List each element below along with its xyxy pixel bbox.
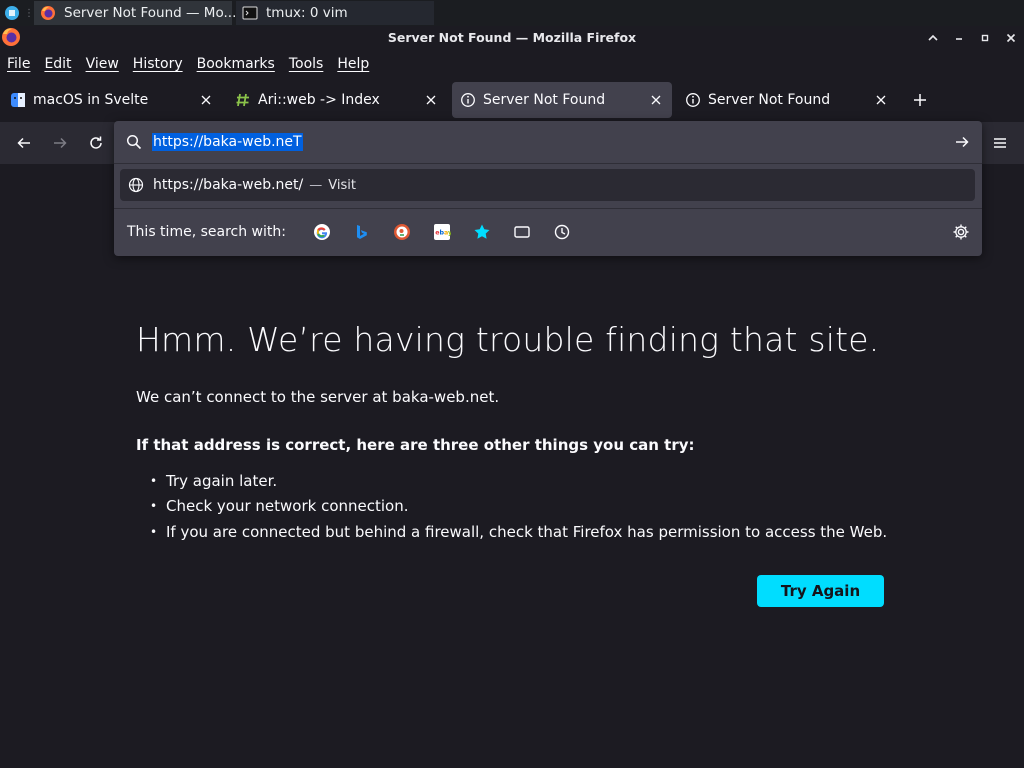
suggestion-text: If you are connected but behind a firewa… — [166, 522, 888, 541]
tab-label: Server Not Found — [483, 92, 606, 108]
tab-ari-web-index[interactable]: Ari::web -> Index — [227, 82, 447, 118]
keep-above-button[interactable] — [924, 28, 942, 48]
info-icon — [460, 92, 476, 108]
suggestions-list: • Try again later. • Check your network co… — [150, 468, 887, 545]
try-again-button[interactable]: Try Again — [757, 575, 884, 607]
forward-button[interactable] — [46, 129, 74, 157]
google-icon[interactable] — [306, 219, 338, 245]
menu-edit[interactable]: Edit — [44, 56, 71, 72]
firefox-icon — [40, 5, 56, 21]
menu-file[interactable]: File — [7, 56, 30, 72]
tab-macos-in-svelte[interactable]: macOS in Svelte — [2, 82, 222, 118]
plus-icon — [914, 94, 926, 106]
new-tab-button[interactable] — [906, 86, 934, 114]
close-tab-icon[interactable] — [648, 92, 664, 108]
suggestion-text: Try again later. — [166, 471, 278, 490]
taskbar-task-label: Server Not Found — Mo... — [64, 5, 237, 21]
menu-history[interactable]: History — [133, 56, 183, 72]
tab-label: macOS in Svelte — [33, 92, 149, 108]
tab-server-not-found-active[interactable]: Server Not Found — [452, 82, 672, 118]
taskbar-task-label: tmux: 0 vim — [266, 5, 348, 21]
back-button[interactable] — [10, 129, 38, 157]
url-suggestion-row[interactable]: https://baka-web.net/ — Visit — [120, 169, 975, 201]
close-tab-icon[interactable] — [198, 92, 214, 108]
menu-bookmarks[interactable]: Bookmarks — [197, 56, 275, 72]
tab-label: Server Not Found — [708, 92, 831, 108]
window-title: Server Not Found — Mozilla Firefox — [387, 30, 637, 45]
close-tab-icon[interactable] — [873, 92, 889, 108]
info-icon — [685, 92, 701, 108]
history-icon[interactable] — [546, 219, 578, 245]
window-controls — [924, 28, 1020, 48]
oneoff-label: This time, search with: — [127, 224, 286, 240]
page-title: Hmm. We’re having trouble finding that s… — [136, 320, 880, 359]
urlbar-popup: https://baka-web.neT https://baka-web.ne… — [114, 121, 982, 256]
system-menu-icon[interactable] — [0, 0, 24, 26]
suggestions-heading: If that address is correct, here are thr… — [136, 436, 695, 454]
taskbar: ⋮ Server Not Found — Mo... tmux: 0 vim — [0, 0, 1024, 26]
suggestion-url: https://baka-web.net/ — [153, 177, 304, 193]
search-icon — [126, 134, 142, 150]
error-description: We can’t connect to the server at baka-w… — [136, 388, 500, 406]
finder-icon — [10, 92, 26, 108]
hash-icon — [235, 92, 251, 108]
menu-tools[interactable]: Tools — [289, 56, 324, 72]
window-titlebar[interactable]: Server Not Found — Mozilla Firefox — [0, 26, 1024, 50]
url-input[interactable]: https://baka-web.neT — [152, 133, 303, 151]
bing-icon[interactable] — [346, 219, 378, 245]
terminal-icon — [242, 5, 258, 21]
globe-icon — [128, 177, 144, 193]
suggestion-action: Visit — [328, 177, 356, 193]
taskbar-separator: ⋮ — [24, 7, 34, 19]
menu-view[interactable]: View — [86, 56, 119, 72]
close-tab-icon[interactable] — [423, 92, 439, 108]
taskbar-task-firefox[interactable]: Server Not Found — Mo... — [34, 1, 236, 25]
list-item: • If you are connected but behind a firew… — [150, 522, 888, 541]
tab-server-not-found[interactable]: Server Not Found — [677, 82, 897, 118]
arrow-left-icon — [17, 137, 30, 149]
minimize-button[interactable] — [950, 28, 968, 48]
divider — [114, 163, 982, 164]
gear-icon[interactable] — [952, 223, 970, 241]
close-window-button[interactable] — [1002, 28, 1020, 48]
menu-bar: File Edit View History Bookmarks Tools H… — [0, 50, 1024, 78]
list-item: • Try again later. — [150, 471, 278, 490]
reload-button[interactable] — [82, 129, 110, 157]
tabs-icon[interactable] — [506, 219, 538, 245]
menu-help[interactable]: Help — [337, 56, 369, 72]
divider — [114, 208, 982, 209]
hamburger-icon — [994, 138, 1006, 148]
tab-strip: macOS in Svelte Ari::web -> Index Server… — [0, 80, 1024, 120]
tab-label: Ari::web -> Index — [258, 92, 380, 108]
ebay-icon[interactable]: ebay — [426, 219, 458, 245]
go-arrow-icon[interactable] — [954, 134, 970, 150]
taskbar-task-terminal[interactable]: tmux: 0 vim — [236, 1, 434, 25]
arrow-right-icon — [54, 137, 67, 149]
maximize-button[interactable] — [976, 28, 994, 48]
bookmarks-icon[interactable] — [466, 219, 498, 245]
duckduckgo-icon[interactable] — [386, 219, 418, 245]
search-oneoffs: This time, search with: ebay — [114, 217, 982, 247]
reload-icon — [90, 136, 102, 149]
urlbar[interactable]: https://baka-web.neT — [114, 121, 982, 163]
svg-text:ebay: ebay — [435, 230, 451, 237]
suggestion-separator: — — [309, 177, 323, 193]
app-menu-button[interactable] — [986, 129, 1014, 157]
list-item: • Check your network connection. — [150, 497, 409, 516]
suggestion-text: Check your network connection. — [166, 497, 409, 516]
